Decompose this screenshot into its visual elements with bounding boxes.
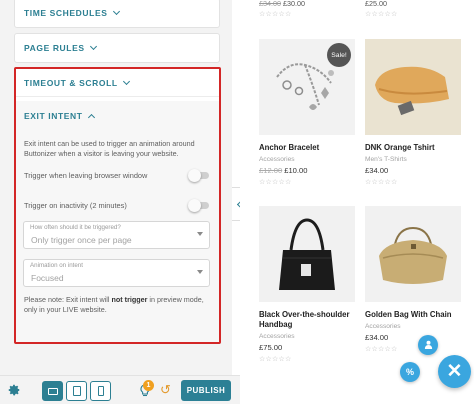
trigger-leaving-toggle[interactable]: [188, 168, 209, 182]
product-price: £34.00: [365, 333, 461, 342]
frequency-label: How often should it be triggered?: [30, 224, 121, 231]
product-category[interactable]: Accessories: [365, 323, 461, 330]
fab-user-button[interactable]: [418, 335, 438, 355]
price-old: £12.00: [259, 166, 283, 175]
product-card[interactable]: DNK Orange Tshirt Men's T-Shirts £34.00 …: [365, 39, 461, 187]
sale-badge: Sale!: [327, 43, 351, 67]
price: £30.00: [282, 0, 305, 8]
product-price: £75.00: [259, 343, 355, 352]
price: £25.00: [365, 0, 387, 8]
product-price: £12.00 £10.00: [259, 166, 355, 175]
toggle-knob: [188, 198, 201, 212]
product-category[interactable]: Accessories: [259, 333, 355, 340]
product-category[interactable]: Men's T-Shirts: [365, 156, 461, 163]
product-image[interactable]: [259, 206, 355, 302]
trigger-inactivity-label: Trigger on inactivity (2 minutes): [24, 200, 127, 210]
tshirt-image: [365, 39, 461, 135]
frequency-select[interactable]: How often should it be triggered? Only t…: [23, 221, 210, 249]
accordion-page-rules[interactable]: PAGE RULES: [14, 33, 220, 63]
price: £34.00: [365, 166, 389, 175]
price: £75.00: [259, 343, 283, 352]
desktop-view-button[interactable]: [42, 381, 63, 401]
shop-preview: £34.00 £30.00 ☆☆☆☆☆ £25.00 ☆☆☆☆☆ Sale! A…: [240, 0, 474, 404]
mobile-view-button[interactable]: [90, 381, 111, 401]
note-prefix: Please note: Exit intent will: [24, 295, 112, 304]
gear-icon[interactable]: [7, 383, 21, 397]
close-icon: ✕: [446, 361, 463, 382]
product-image[interactable]: [365, 39, 461, 135]
product-price: £34.00: [365, 166, 461, 175]
golden-bag-image: [379, 226, 447, 284]
caret-down-icon: [197, 232, 203, 236]
note-bold: not trigger: [111, 295, 148, 304]
rating-stars: ☆☆☆☆☆: [365, 346, 398, 353]
trigger-leaving-row: Trigger when leaving browser window: [16, 168, 219, 182]
settings-panel: TIME SCHEDULES PAGE RULES TIMEOUT & SCRO…: [0, 0, 232, 404]
accordion-title: TIME SCHEDULES: [24, 8, 108, 18]
exit-intent-description: Exit intent can be used to trigger an an…: [24, 139, 195, 158]
exit-intent-panel: EXIT INTENT Exit intent can be used to t…: [16, 101, 219, 342]
product-image[interactable]: [365, 206, 461, 302]
rating-stars: ☆☆☆☆☆: [259, 356, 292, 363]
accordion-title: EXIT INTENT: [24, 111, 83, 121]
caret-down-icon: [197, 270, 203, 274]
percent-icon: %: [405, 367, 414, 377]
animation-select[interactable]: Animation on intent Focused: [23, 259, 210, 287]
product-name[interactable]: DNK Orange Tshirt: [365, 143, 461, 153]
tablet-icon: [72, 386, 81, 396]
price: £34.00: [365, 333, 389, 342]
preview-note: Please note: Exit intent will not trigge…: [16, 295, 219, 315]
history-icon[interactable]: ↺: [160, 382, 171, 398]
chevron-down-icon: [122, 77, 130, 85]
product-category[interactable]: Accessories: [259, 156, 355, 163]
mobile-icon: [97, 386, 104, 396]
trigger-inactivity-toggle[interactable]: [188, 198, 209, 212]
product-name[interactable]: Anchor Bracelet: [259, 143, 355, 153]
desktop-icon: [47, 387, 58, 395]
rating-stars: ☆☆☆☆☆: [365, 179, 398, 186]
rating-stars: ☆☆☆☆☆: [365, 11, 398, 18]
price: £10.00: [284, 166, 308, 175]
accordion-header[interactable]: PAGE RULES: [15, 34, 219, 62]
notification-badge: 1: [143, 380, 154, 391]
chevron-down-icon: [112, 7, 120, 16]
animation-label: Animation on intent: [30, 262, 83, 269]
animation-value: Focused: [31, 273, 64, 283]
product-card[interactable]: Sale! Anchor Bracelet Accessories £12.00…: [259, 39, 355, 187]
accordion-time-schedules[interactable]: TIME SCHEDULES: [14, 0, 220, 28]
product-card[interactable]: Golden Bag With Chain Accessories £34.00…: [365, 206, 461, 354]
rating-stars: ☆☆☆☆☆: [259, 179, 292, 186]
rating-stars: ☆☆☆☆☆: [259, 11, 292, 18]
user-icon: [424, 340, 433, 351]
accordion-timeout-scroll[interactable]: TIMEOUT & SCROLL: [16, 69, 219, 97]
fab-percent-button[interactable]: %: [400, 362, 420, 382]
chevron-down-icon: [89, 42, 97, 51]
accordion-exit-intent[interactable]: EXIT INTENT: [16, 101, 219, 131]
top-price: £25.00: [365, 0, 397, 8]
tablet-view-button[interactable]: [66, 381, 87, 401]
product-card[interactable]: Black Over-the-shoulder Handbag Accessor…: [259, 206, 355, 364]
bottom-toolbar: ↺ PUBLISH: [0, 375, 240, 404]
trigger-leaving-label: Trigger when leaving browser window: [24, 170, 148, 180]
product-name[interactable]: Black Over-the-shoulder Handbag: [259, 310, 355, 330]
fab-close-button[interactable]: ✕: [438, 355, 471, 388]
toggle-knob: [188, 168, 201, 182]
highlighted-section: TIMEOUT & SCROLL EXIT INTENT Exit intent…: [14, 67, 221, 344]
top-row-item-2: £25.00 ☆☆☆☆☆: [365, 0, 397, 19]
top-row-item-1: £34.00 £30.00 ☆☆☆☆☆: [259, 0, 305, 19]
accordion-header[interactable]: TIME SCHEDULES: [15, 0, 219, 27]
product-image[interactable]: Sale!: [259, 39, 355, 135]
frequency-value: Only trigger once per page: [31, 235, 132, 245]
accordion-title: PAGE RULES: [24, 43, 85, 53]
trigger-inactivity-row: Trigger on inactivity (2 minutes): [16, 198, 219, 212]
accordion-title: TIMEOUT & SCROLL: [24, 77, 118, 88]
product-name[interactable]: Golden Bag With Chain: [365, 310, 461, 320]
price-old: £34.00: [259, 0, 281, 8]
publish-button[interactable]: PUBLISH: [181, 380, 231, 401]
chevron-up-icon: [87, 113, 95, 122]
handbag-image: [279, 218, 335, 290]
top-price: £34.00 £30.00: [259, 0, 305, 8]
